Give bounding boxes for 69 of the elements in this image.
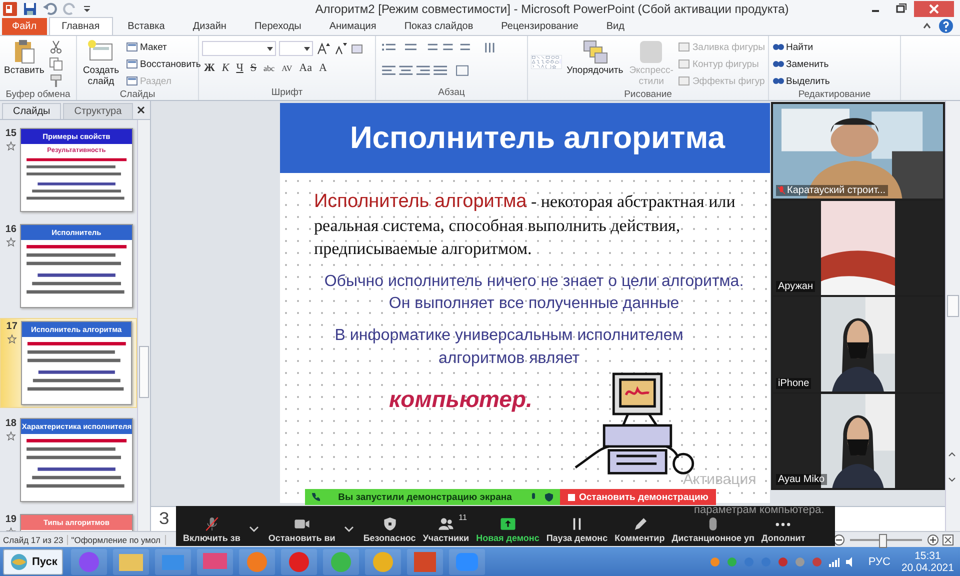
group-label: Слайды	[118, 88, 156, 102]
slide-counter: Слайд 17 из 23	[3, 534, 68, 545]
participant-name: Каратауский строит...	[776, 184, 888, 196]
font-format-button[interactable]: abc	[261, 64, 277, 73]
start-button[interactable]: Пуск	[3, 548, 64, 575]
ribbon-tab[interactable]: Показ слайдов	[391, 17, 486, 36]
ribbon-tab[interactable]: Вставка	[114, 17, 178, 36]
slide-number: 16	[5, 224, 16, 236]
group-label: Рисование	[623, 88, 673, 102]
slide-number: 15	[5, 128, 16, 140]
toolbar-button[interactable]: Дополнит	[761, 533, 806, 543]
ribbon-tab[interactable]: Вид	[593, 17, 638, 36]
ribbon-tab[interactable]: Переходы	[241, 17, 314, 36]
new-slide-button[interactable]: Создать слайд	[80, 38, 122, 88]
stop-share-button[interactable]: Остановить демонстрацию	[560, 489, 716, 505]
font-format-button[interactable]: Ч	[234, 62, 246, 74]
activation-watermark: Активация	[683, 471, 756, 488]
clock-date: 20.04.2021	[901, 562, 954, 574]
ribbon-button[interactable]: Выделить	[772, 74, 830, 88]
ribbon-button[interactable]: Найти	[772, 40, 830, 54]
ribbon-tab[interactable]: Главная	[48, 17, 113, 36]
slide-text: Обычно исполнитель ничего не знает о цели алгоритма. Он выполняет все полученные данные	[323, 272, 745, 314]
participant-name: Аружан	[776, 281, 816, 292]
toolbar-button[interactable]: Включить зв	[183, 533, 240, 543]
toolbar-button[interactable]: Дистанционное уп	[672, 533, 754, 543]
definition-text: Исполнитель алгоритма - некоторая абстрактная или реальная система, способная выполнить действия, предписываемые алгоритмом.	[314, 190, 736, 260]
file-tab[interactable]: Файл	[2, 18, 47, 36]
font-format-button[interactable]: Aa	[297, 62, 314, 74]
pane-tab[interactable]: Структура	[63, 103, 133, 120]
slide-number: 19	[5, 514, 16, 526]
ribbon-tab[interactable]: Дизайн	[180, 17, 240, 36]
participant-name: iPhone	[776, 378, 812, 388]
slide-title: Исполнитель алгоритма	[350, 120, 725, 156]
arrange-button[interactable]: Упорядочить	[566, 38, 624, 77]
font-format-button[interactable]: A	[316, 62, 329, 74]
toolbar-button[interactable]: Безопаснос	[363, 533, 416, 543]
activation-watermark: параметрам компьютера.	[694, 504, 824, 517]
slide-number: 17	[6, 321, 18, 332]
slide-text: В информатике универсальным исполнителем алгоритмов являет	[334, 326, 684, 369]
paste-button[interactable]: Вставить	[3, 38, 46, 77]
share-status-text: Вы запустили демонстрацию экрана	[337, 492, 513, 502]
toolbar-button[interactable]: Комментир	[614, 533, 665, 543]
group-label: Редактирование	[797, 88, 872, 102]
participant-count: 11	[458, 513, 467, 522]
ribbon-button[interactable]: Восстановить	[126, 57, 201, 72]
group-label: Абзац	[437, 86, 466, 100]
ribbon-tab[interactable]: Анимация	[316, 17, 390, 36]
participant-name: Ayau Miko	[776, 474, 827, 485]
ribbon-button[interactable]: Макет	[126, 40, 201, 54]
toolbar-button[interactable]: Пауза демонс	[546, 533, 608, 543]
language-indicator[interactable]: РУС	[868, 556, 890, 568]
conclusion-text: компьютер.	[389, 386, 532, 414]
window-title: Алгоритм2 [Режим совместимости] - Microsoft PowerPoint (Сбой активации продукта)	[314, 2, 790, 16]
group-label: Буфер обмена	[4, 88, 72, 102]
clock-time: 15:31	[914, 550, 941, 562]
toolbar-button[interactable]: Новая демонс	[476, 533, 540, 543]
slide-number: 18	[5, 418, 16, 430]
group-label: Шрифт	[270, 86, 304, 100]
pane-tab[interactable]: Слайды	[2, 103, 62, 120]
ribbon-button[interactable]: Заменить	[772, 57, 830, 72]
theme-name: "Оформление по умол	[71, 534, 166, 545]
font-format-button[interactable]: AV	[280, 64, 294, 73]
font-format-button[interactable]: S	[248, 62, 258, 74]
font-format-button[interactable]: Ж	[202, 62, 217, 74]
toolbar-button[interactable]: Остановить ви	[268, 533, 336, 543]
font-format-button[interactable]: К	[220, 62, 232, 74]
notes-text: З	[159, 509, 170, 530]
toolbar-button[interactable]: Участники	[422, 533, 470, 543]
ribbon-tab[interactable]: Рецензирование	[488, 17, 592, 36]
